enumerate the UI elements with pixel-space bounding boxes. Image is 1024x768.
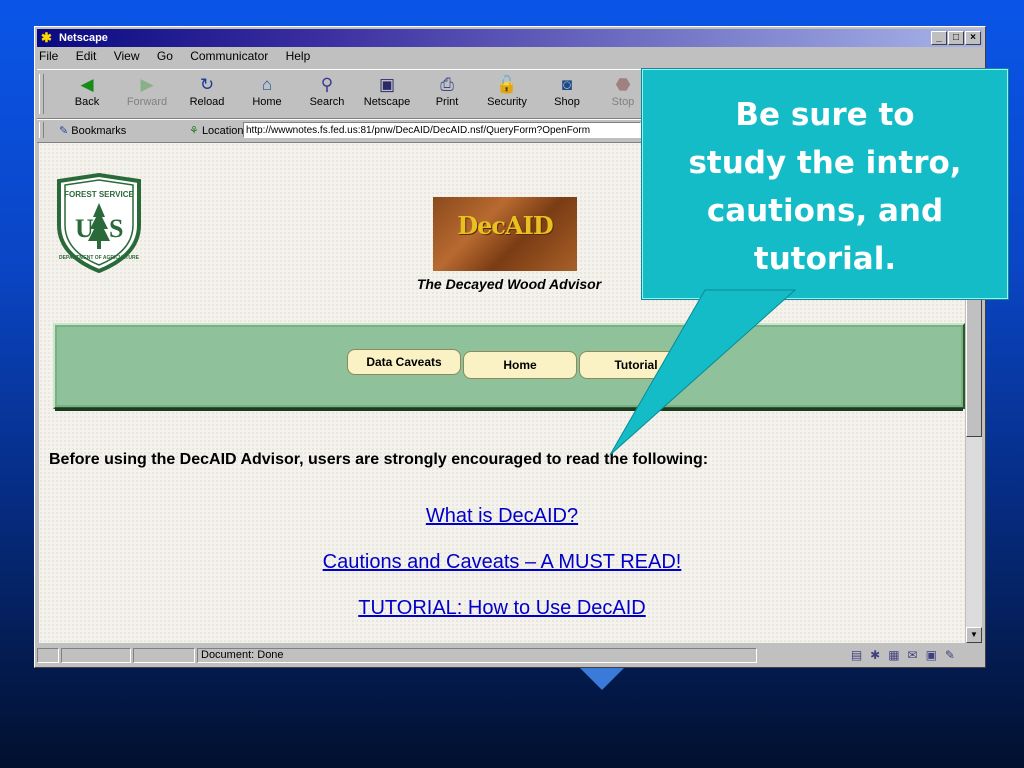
data-caveats-button[interactable]: Data Caveats	[347, 349, 461, 375]
back-arrow-icon: ◀	[80, 75, 94, 94]
search-icon: ⚲	[320, 75, 334, 94]
what-is-decaid-link[interactable]: What is DecAID?	[39, 505, 965, 528]
forward-arrow-icon: ▶	[140, 75, 154, 94]
location-icon: ⚘	[189, 125, 199, 137]
decaid-logo: DecAID	[433, 197, 577, 271]
netscape-icon: ▣	[378, 75, 396, 94]
callout-line: Be sure to	[735, 97, 915, 133]
menu-communicator[interactable]: Communicator	[190, 49, 268, 63]
svg-text:FOREST SERVICE: FOREST SERVICE	[64, 190, 134, 199]
slide-next-icon[interactable]	[580, 668, 624, 690]
bookmarks-icon: ✎	[59, 125, 69, 137]
security-status-icon[interactable]	[37, 648, 59, 663]
window-title: Netscape	[59, 32, 108, 44]
back-label: Back	[74, 96, 100, 108]
callout-line: study the intro,	[688, 145, 962, 181]
minimize-icon[interactable]: _	[931, 31, 947, 45]
security-label: Security	[487, 96, 527, 108]
menu-edit[interactable]: Edit	[76, 49, 97, 63]
back-button[interactable]: ◀ Back	[57, 74, 117, 108]
reload-button[interactable]: ↻ Reload	[177, 74, 237, 108]
svg-text:DEPARTMENT OF AGRICULTURE: DEPARTMENT OF AGRICULTURE	[59, 255, 140, 261]
cautions-caveats-link[interactable]: Cautions and Caveats – A MUST READ!	[39, 551, 965, 574]
window-controls: _ □ ×	[930, 31, 981, 45]
location-label-text: Location:	[201, 125, 247, 137]
shop-label: Shop	[554, 96, 580, 108]
bookmarks-label: Bookmarks	[71, 125, 127, 137]
location-input[interactable]: http://wwwnotes.fs.fed.us:81/pnw/DecAID/…	[243, 122, 641, 138]
reload-label: Reload	[189, 96, 225, 108]
menu-view[interactable]: View	[114, 49, 140, 63]
menu-bar: File Edit View Go Communicator Help	[39, 49, 324, 67]
bookmarks-button[interactable]: ✎ Bookmarks	[59, 124, 126, 137]
forest-service-shield-logo: FOREST SERVICE U S DEPARTMENT OF AGRICUL…	[57, 173, 141, 273]
netscape-button[interactable]: ▣ Netscape	[357, 74, 417, 108]
shop-button[interactable]: ◙ Shop	[537, 74, 597, 108]
reload-icon: ↻	[199, 75, 215, 94]
svg-text:S: S	[109, 214, 123, 243]
location-toolbar: ✎ Bookmarks ⚘ Location: http://wwwnotes.…	[37, 119, 643, 143]
component-bar-icons[interactable]: ▤✱▦✉▣✎	[851, 648, 963, 662]
close-icon[interactable]: ×	[965, 31, 981, 45]
search-label: Search	[309, 96, 345, 108]
callout-box: Be sure to study the intro, cautions, an…	[641, 68, 1009, 300]
home-icon: ⌂	[261, 75, 273, 94]
maximize-icon[interactable]: □	[948, 31, 964, 45]
shop-icon: ◙	[561, 75, 573, 94]
forward-button[interactable]: ▶ Forward	[117, 74, 177, 108]
scroll-down-icon[interactable]: ▼	[966, 627, 982, 643]
callout-text: Be sure to study the intro, cautions, an…	[642, 91, 1008, 283]
home-label: Home	[252, 96, 282, 108]
print-label: Print	[435, 96, 459, 108]
notice-text: Before using the DecAID Advisor, users a…	[49, 451, 709, 468]
status-text: Document: Done	[201, 649, 284, 661]
navigation-toolbar: ◀ Back ▶ Forward ↻ Reload ⌂ Home ⚲ Search ▣ Ne…	[37, 69, 643, 119]
netscape-logo-icon: ✱	[41, 30, 52, 45]
security-button[interactable]: 🔓 Security	[477, 74, 537, 108]
nav-panel: Data Caveats Home Tutorial	[53, 323, 965, 411]
tutorial-link[interactable]: TUTORIAL: How to Use DecAID	[39, 597, 965, 620]
decaid-logo-text: DecAID	[457, 211, 553, 240]
location-label: ⚘ Location:	[189, 124, 247, 137]
forward-label: Forward	[126, 96, 168, 108]
toolbar-grip[interactable]	[39, 74, 44, 114]
home-nav-button[interactable]: Home	[463, 351, 577, 379]
print-icon: ⎙	[440, 75, 454, 94]
progress-indicator	[133, 648, 195, 663]
menu-file[interactable]: File	[39, 49, 58, 63]
menu-help[interactable]: Help	[286, 49, 311, 63]
stop-label: Stop	[611, 96, 635, 108]
connection-status-icon	[61, 648, 131, 663]
home-button[interactable]: ⌂ Home	[237, 74, 297, 108]
print-button[interactable]: ⎙ Print	[417, 74, 477, 108]
callout-line: tutorial.	[753, 241, 897, 277]
title-bar: ✱ Netscape _ □ ×	[37, 29, 983, 47]
page-subtitle: The Decayed Wood Advisor	[416, 276, 602, 292]
location-grip[interactable]	[39, 122, 44, 138]
tutorial-nav-button[interactable]: Tutorial	[579, 351, 693, 379]
netscape-label: Netscape	[363, 96, 411, 108]
search-button[interactable]: ⚲ Search	[297, 74, 357, 108]
status-bar: Document: Done ▤✱▦✉▣✎	[37, 647, 983, 665]
menu-go[interactable]: Go	[157, 49, 173, 63]
lock-icon: 🔓	[496, 75, 518, 94]
callout-line: cautions, and	[706, 193, 944, 229]
